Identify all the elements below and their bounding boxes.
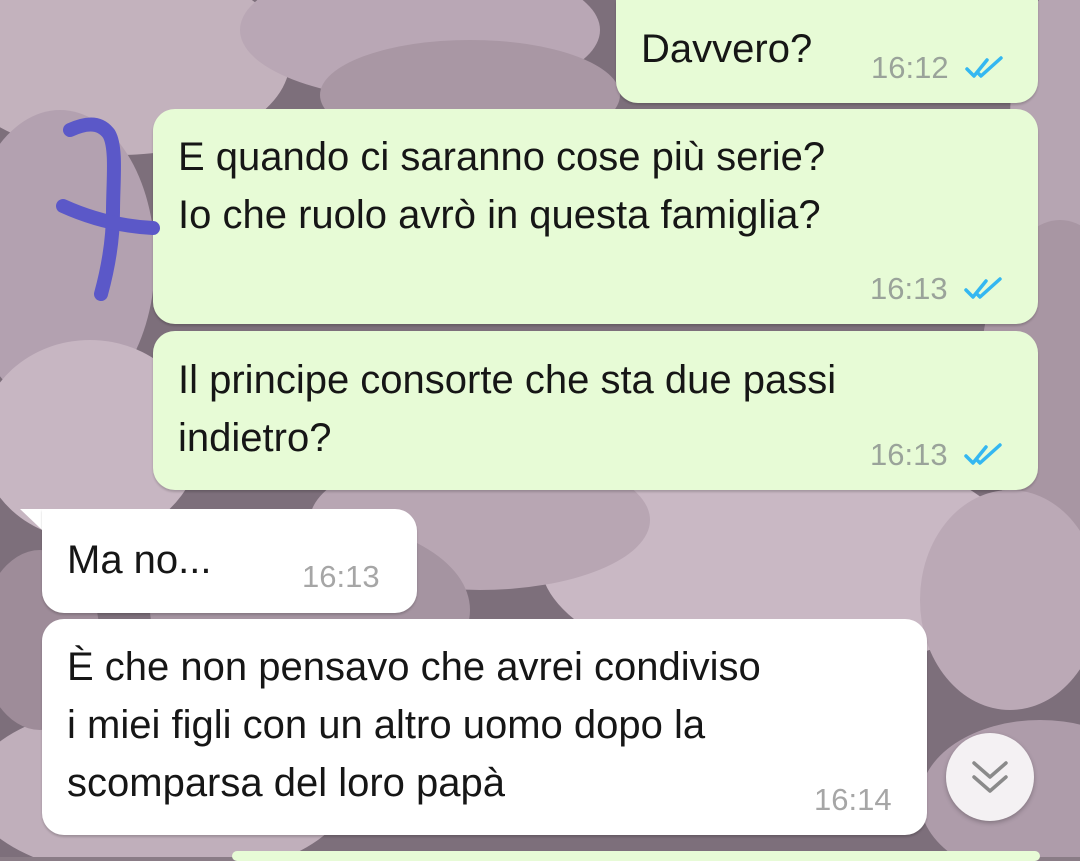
chevron-double-down-icon: [972, 761, 1008, 793]
message-text-line: Il principe consorte che sta due passi: [178, 358, 837, 402]
message-text-line: E quando ci saranno cose più serie?: [178, 135, 826, 179]
scroll-to-bottom-button[interactable]: [946, 733, 1034, 821]
message-bubble-incoming[interactable]: Ma no... 16:13: [42, 509, 417, 613]
message-meta: 16:13: [870, 437, 1006, 475]
message-text-line: Io che ruolo avrò in questa famiglia?: [178, 193, 821, 237]
message-bubble-outgoing[interactable]: E quando ci saranno cose più serie? Io c…: [153, 109, 1038, 324]
message-meta: 16:12: [871, 50, 1007, 88]
message-bubble-outgoing[interactable]: Il principe consorte che sta due passi i…: [153, 331, 1038, 490]
double-check-icon: [965, 52, 1007, 88]
message-text-line: scomparsa del loro papà: [67, 761, 506, 805]
message-time: 16:13: [870, 437, 948, 472]
message-text: Ma no...: [67, 538, 212, 582]
message-text-line: i miei figli con un altro uomo dopo la: [67, 703, 706, 747]
message-time: 16:12: [871, 50, 949, 85]
next-message-edge: [232, 851, 1040, 861]
message-meta: 16:13: [870, 271, 1006, 309]
hand-drawn-bracket-icon: [56, 117, 160, 301]
message-bubble-incoming[interactable]: È che non pensavo che avrei condiviso i …: [42, 619, 927, 835]
message-time: 16:14: [814, 782, 892, 817]
double-check-icon: [964, 273, 1006, 309]
message-time: 16:13: [870, 271, 948, 306]
double-check-icon: [964, 439, 1006, 475]
message-text: Davvero?: [641, 27, 813, 71]
message-text-line: indietro?: [178, 416, 332, 460]
message-text-line: È che non pensavo che avrei condiviso: [67, 645, 761, 689]
message-time: 16:13: [302, 559, 380, 594]
message-bubble-outgoing[interactable]: Davvero? 16:12: [616, 0, 1038, 103]
